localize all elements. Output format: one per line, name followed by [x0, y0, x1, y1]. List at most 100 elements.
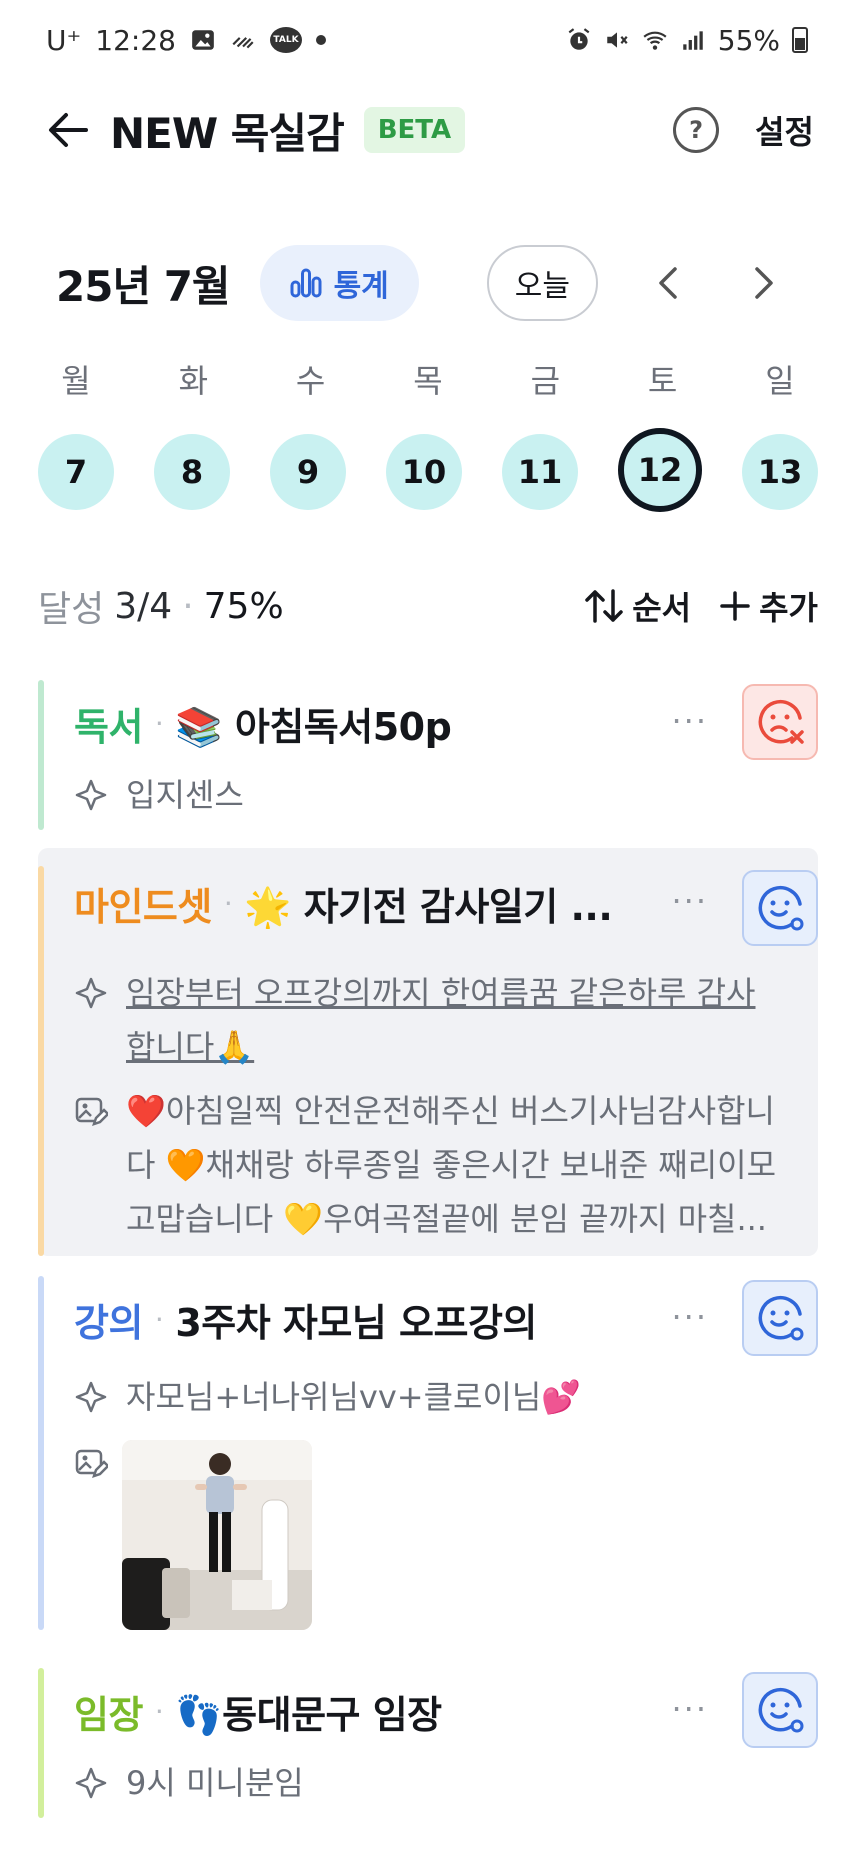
today-label: 오늘	[514, 269, 570, 304]
habit-item[interactable]: 강의 · 3주차 자모님 오프강의 ··· 자모님+너나위님vv+클로이님💕	[38, 1276, 818, 1630]
status-toggle-button[interactable]	[742, 684, 818, 760]
arrow-left-icon	[49, 113, 88, 147]
item-category: 마인드셋	[74, 885, 212, 929]
status-bar: U⁺ 12:28 TALK 55%	[0, 0, 854, 80]
app-header: NEW 목실감 BETA ? 설정	[0, 90, 854, 170]
next-week-button[interactable]	[734, 253, 794, 313]
settings-button[interactable]: 설정	[755, 107, 814, 153]
page-title: NEW 목실감	[110, 108, 345, 158]
item-note: 9시 미니분임	[74, 1756, 798, 1810]
add-button[interactable]: 추가	[719, 583, 818, 629]
item-title-row: 마인드셋 · 🌟 자기전 감사일기 ...	[74, 876, 613, 931]
sparkle-icon	[75, 1381, 107, 1413]
weekday-label: 월	[61, 362, 91, 400]
item-journal-text: ❤️아침일찍 안전운전해주신 버스기사님감사합니	[126, 1092, 775, 1130]
day-button[interactable]: 7	[38, 434, 114, 510]
item-note-text: 합니다🙏	[126, 1028, 255, 1066]
weekday-label: 일	[765, 362, 795, 400]
battery-icon	[792, 27, 808, 53]
day-button[interactable]: 11	[502, 434, 578, 510]
chevron-left-icon	[659, 267, 677, 299]
item-note: 자모님+너나위님vv+클로이님💕	[74, 1370, 798, 1424]
more-options-button[interactable]: ···	[671, 882, 708, 920]
today-button[interactable]: 오늘	[486, 245, 598, 321]
item-title: 👣동대문구 임장	[175, 1693, 442, 1737]
item-note: 입지센스	[74, 768, 798, 822]
achievement-summary: 달성 3/4 · 75% 순서 추가	[38, 578, 818, 634]
talk-icon: TALK	[269, 27, 302, 53]
item-note-text: 9시 미니분임	[126, 1764, 304, 1802]
smile-face-done-icon	[758, 1296, 804, 1341]
achievement-label: 달성	[38, 589, 105, 630]
item-journal-text: 고맙습니다 💛우여곡절끝에 분임 끝까지 마칠...	[126, 1200, 767, 1238]
clock: 12:28	[95, 23, 176, 57]
wifi-icon	[643, 31, 667, 50]
status-toggle-button[interactable]	[742, 870, 818, 946]
image-icon	[192, 30, 214, 50]
question-icon: ?	[689, 116, 704, 144]
item-note-text: 자모님+너나위님vv+클로이님💕	[126, 1378, 582, 1416]
stats-button[interactable]: 통계	[259, 245, 419, 321]
habit-item[interactable]: 마인드셋 · 🌟 자기전 감사일기 ... ··· 임장부터 오프강의까지 한여…	[38, 848, 818, 1256]
pattern-icon	[232, 37, 254, 49]
day-button[interactable]: 13	[742, 434, 818, 510]
day-button[interactable]: 8	[154, 434, 230, 510]
sort-order-button[interactable]: 순서	[584, 583, 691, 629]
back-button[interactable]	[40, 102, 96, 158]
chevron-right-icon	[755, 267, 773, 299]
add-label: 추가	[759, 589, 818, 627]
photo-edit-icon	[75, 1097, 108, 1126]
item-category: 독서	[74, 705, 143, 749]
category-color-bar	[38, 680, 44, 830]
sparkle-icon	[75, 779, 107, 811]
more-options-button[interactable]: ···	[671, 1298, 708, 1336]
battery-percent: 55%	[717, 23, 780, 57]
sort-icon	[585, 589, 623, 623]
sort-order-label: 순서	[632, 589, 692, 627]
status-toggle-button[interactable]	[742, 1672, 818, 1748]
signal-icon	[683, 31, 703, 50]
mute-icon	[607, 32, 628, 48]
habit-item[interactable]: 임장 · 👣동대문구 임장 ··· 9시 미니분임	[38, 1668, 818, 1818]
weekday-label: 목	[413, 362, 443, 400]
weekday-label: 토	[647, 362, 678, 400]
status-toggle-button[interactable]	[742, 1280, 818, 1356]
sparkle-icon	[75, 977, 107, 1009]
more-options-button[interactable]: ···	[671, 1690, 708, 1728]
item-note-text: 입지센스	[126, 776, 244, 814]
category-color-bar	[38, 866, 44, 1256]
dot-icon	[315, 35, 326, 45]
more-options-button[interactable]: ···	[671, 702, 708, 740]
item-title-row: 강의 · 3주차 자모님 오프강의	[74, 1292, 537, 1347]
prev-week-button[interactable]	[638, 253, 698, 313]
item-title-row: 임장 · 👣동대문구 임장	[74, 1684, 442, 1739]
weekday-label: 금	[530, 362, 561, 400]
item-title: 🌟 자기전 감사일기 ...	[244, 885, 613, 929]
sparkle-icon	[75, 1767, 107, 1799]
weekday-label: 수	[295, 362, 326, 400]
item-category: 강의	[74, 1301, 143, 1345]
day-button[interactable]: 10	[386, 434, 462, 510]
beta-badge: BETA	[363, 107, 466, 153]
item-note-text: 임장부터 오프강의까지 한여름꿈 같은하루 감사	[126, 974, 756, 1012]
month-label: 25년 7월	[56, 261, 231, 311]
photo-edit-icon	[75, 1449, 108, 1478]
item-journal: ❤️아침일찍 안전운전해주신 버스기사님감사합니 다 🧡채채랑 하루종일 좋은시…	[74, 1084, 798, 1246]
achievement-percent: 75%	[203, 585, 284, 627]
smile-face-done-icon	[758, 886, 804, 931]
lecture-photo[interactable]	[122, 1440, 312, 1630]
weekday-label: 화	[178, 362, 209, 400]
item-title: 📚 아침독서50p	[175, 705, 452, 749]
item-note: 임장부터 오프강의까지 한여름꿈 같은하루 감사 합니다🙏	[74, 966, 798, 1074]
sad-face-fail-icon	[758, 700, 804, 744]
help-button[interactable]: ?	[673, 107, 720, 153]
item-category: 임장	[74, 1693, 143, 1737]
category-color-bar	[38, 1668, 44, 1818]
day-button-selected[interactable]: 12	[618, 428, 702, 512]
habit-item[interactable]: 독서 · 📚 아침독서50p ··· 입지센스	[38, 680, 818, 830]
item-title-row: 독서 · 📚 아침독서50p	[74, 696, 452, 751]
item-journal-text: 다 🧡채채랑 하루종일 좋은시간 보내준 째리이모	[126, 1146, 777, 1184]
alarm-icon	[568, 28, 590, 50]
month-bar: 25년 7월 통계 오늘	[0, 243, 854, 323]
day-button[interactable]: 9	[270, 434, 346, 510]
